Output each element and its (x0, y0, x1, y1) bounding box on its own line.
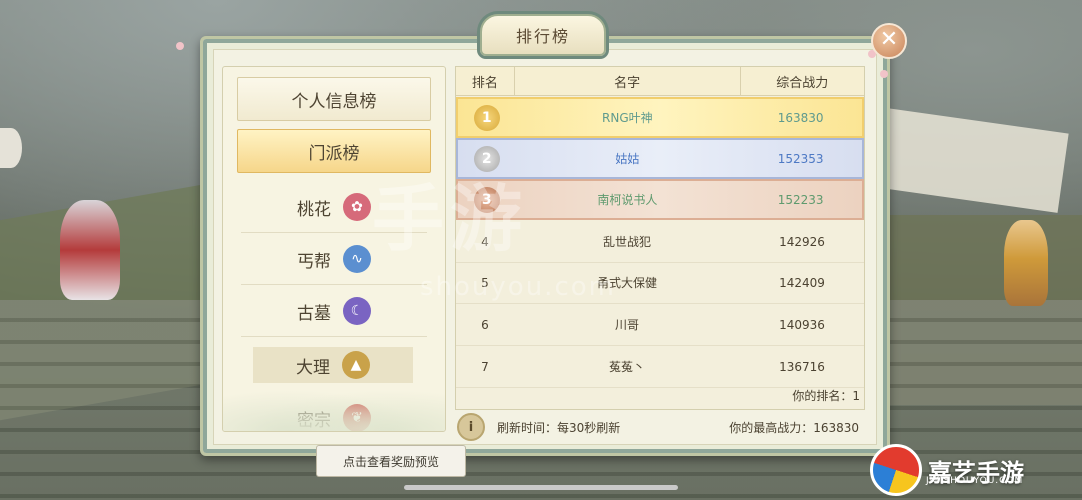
blossom-decoration (176, 42, 184, 50)
player-power: 152233 (777, 192, 824, 207)
calligraphy-banner (869, 107, 1069, 213)
player-rank: 7 (481, 359, 489, 374)
info-icon[interactable]: i (457, 413, 485, 441)
sect-label: 大理 (296, 357, 330, 378)
my-rank-text: 你的排名：1 (792, 389, 860, 403)
player-power: 163830 (777, 110, 824, 125)
peach-blossom-icon: ✿ (343, 193, 371, 221)
table-header: 排名 名字 综合战力 (456, 67, 864, 96)
side-shield-ornament (0, 128, 22, 168)
sect-label: 古墓 (297, 303, 331, 324)
refresh-time-text: 刷新时间：每30秒刷新 (497, 420, 621, 435)
player-power: 140936 (779, 317, 825, 332)
player-name: 南柯说书人 (597, 193, 658, 207)
home-indicator-bar[interactable] (404, 485, 678, 490)
beggar-clan-icon: ∿ (343, 245, 371, 273)
dali-icon: ▲ (342, 351, 370, 379)
player-power: 142926 (779, 234, 825, 249)
sect-item-dali[interactable]: 大理 ▲ (253, 347, 413, 383)
player-rank: 6 (481, 317, 489, 332)
player-character-left[interactable] (60, 200, 120, 300)
table-row[interactable]: 6 川哥 140936 (456, 304, 864, 346)
panel-title: 排行榜 (480, 14, 606, 56)
brand-logo: 嘉艺手游 JIYISHOUYOU.COM (870, 444, 1024, 496)
brand-circle-icon (870, 444, 922, 496)
reward-preview-button[interactable]: 点击查看奖励预览 (316, 445, 466, 477)
player-power: 142409 (779, 275, 825, 290)
close-button[interactable]: ✕ (871, 23, 907, 59)
tab-label: 门派榜 (308, 143, 360, 164)
player-power: 136716 (779, 359, 825, 374)
watermark-url: shouyou.com (420, 272, 616, 302)
sect-label: 桃花 (297, 199, 331, 220)
player-name: 菟菟丶 (608, 360, 645, 374)
gold-medal-icon: 1 (473, 104, 500, 131)
table-row[interactable]: 1 RNG叶神 163830 (456, 97, 864, 138)
cloud-decoration (223, 383, 445, 431)
player-name: 乱世战犯 (602, 235, 651, 249)
blossom-decoration (880, 70, 888, 78)
header-rank: 排名 (456, 67, 515, 95)
tab-label: 个人信息榜 (291, 91, 377, 112)
player-power: 152353 (777, 151, 824, 166)
tab-personal-ranking[interactable]: 个人信息榜 (237, 77, 431, 121)
ancient-tomb-icon: ☾ (343, 297, 371, 325)
sect-item-gumu[interactable]: 古墓 ☾ (241, 286, 427, 337)
sect-label: 丐帮 (297, 251, 331, 272)
panel-footer: i 刷新时间：每30秒刷新 你的最高战力：163830 (455, 412, 863, 442)
best-power-text: 你的最高战力：163830 (729, 420, 859, 435)
table-row[interactable]: 7 菟菟丶 136716 (456, 346, 864, 388)
close-icon: ✕ (879, 27, 899, 52)
brand-url: JIYISHOUYOU.COM (926, 476, 1024, 486)
header-power: 综合战力 (776, 75, 829, 91)
watermark-text: 手游 (372, 177, 529, 261)
player-name: 川哥 (614, 318, 639, 332)
player-name: RNG叶神 (602, 111, 653, 125)
header-name: 名字 (515, 67, 741, 95)
monk-character-right[interactable] (1004, 220, 1048, 306)
player-name: 姑姑 (615, 152, 640, 166)
